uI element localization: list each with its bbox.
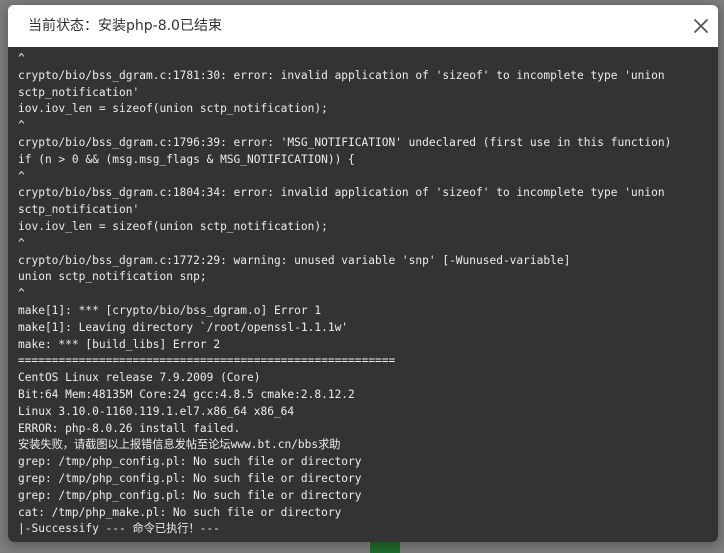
console-line: iov.iov_len = sizeof(union sctp_notifica… [18,102,328,116]
console-line: Linux 3.10.0-1160.119.1.el7.x86_64 x86_6… [18,404,295,418]
console-line: crypto/bio/bss_dgram.c:1781:30: error: i… [18,68,665,82]
console-line: ========================================… [18,354,396,368]
dialog-header: 当前状态：安装php-8.0已结束 [8,5,718,47]
console-line: crypto/bio/bss_dgram.c:1772:29: warning:… [18,253,571,267]
console-line: cat: /tmp/php_make.pl: No such file or d… [18,505,342,519]
console-line: ^ [18,236,25,250]
console-line: crypto/bio/bss_dgram.c:1804:34: error: i… [18,186,665,200]
console-line: iov.iov_len = sizeof(union sctp_notifica… [18,219,328,233]
dialog-title: 当前状态：安装php-8.0已结束 [28,18,222,34]
console-line: grep: /tmp/php_config.pl: No such file o… [18,471,362,485]
install-status-dialog: 当前状态：安装php-8.0已结束 ^ crypto/bio/bss_dgram.… [8,5,718,542]
console-line: grep: /tmp/php_config.pl: No such file o… [18,488,362,502]
console-line: 安装失败，请截图以上报错信息发帖至论坛www.bt.cn/bbs求助 [18,438,341,452]
console-line: sctp_notification' [18,203,140,217]
console-line: ^ [18,287,25,301]
close-icon [694,19,708,33]
console-line: ^ [18,169,25,183]
console-lines: ^ crypto/bio/bss_dgram.c:1781:30: error: … [18,51,708,538]
console-line: grep: /tmp/php_config.pl: No such file o… [18,455,362,469]
console-line: CentOS Linux release 7.9.2009 (Core) [18,371,261,385]
console-line: ^ [18,52,25,65]
console-line: ^ [18,119,25,133]
console-line: crypto/bio/bss_dgram.c:1796:39: error: '… [18,135,672,149]
console-line: make: *** [build_libs] Error 2 [18,337,221,351]
console-line: make[1]: Leaving directory `/root/openss… [18,320,349,334]
console-line: union sctp_notification snp; [18,270,207,284]
console-line: sctp_notification' [18,85,140,99]
console-line: |-Successify --- 命令已执行！--- [18,522,220,536]
console-line: if (n > 0 && (msg.msg_flags & MSG_NOTIFI… [18,152,355,166]
console-line: Bit:64 Mem:48135M Core:24 gcc:4.8.5 cmak… [18,387,355,401]
close-button[interactable] [692,17,710,35]
console-line: ERROR: php-8.0.26 install failed. [18,421,241,435]
console-line: make[1]: *** [crypto/bio/bss_dgram.o] Er… [18,303,322,317]
console-log[interactable]: ^ crypto/bio/bss_dgram.c:1781:30: error: … [8,47,718,542]
